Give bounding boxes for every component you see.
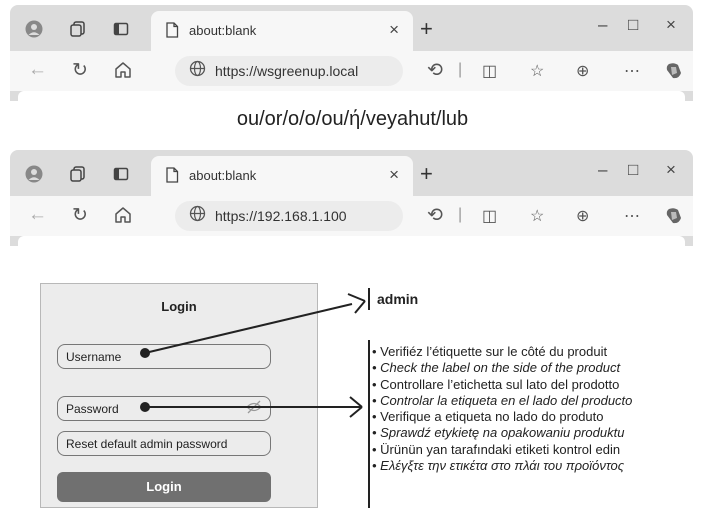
annotation-arrows	[140, 293, 366, 418]
username-arrow	[140, 293, 366, 358]
password-arrow	[140, 396, 363, 418]
